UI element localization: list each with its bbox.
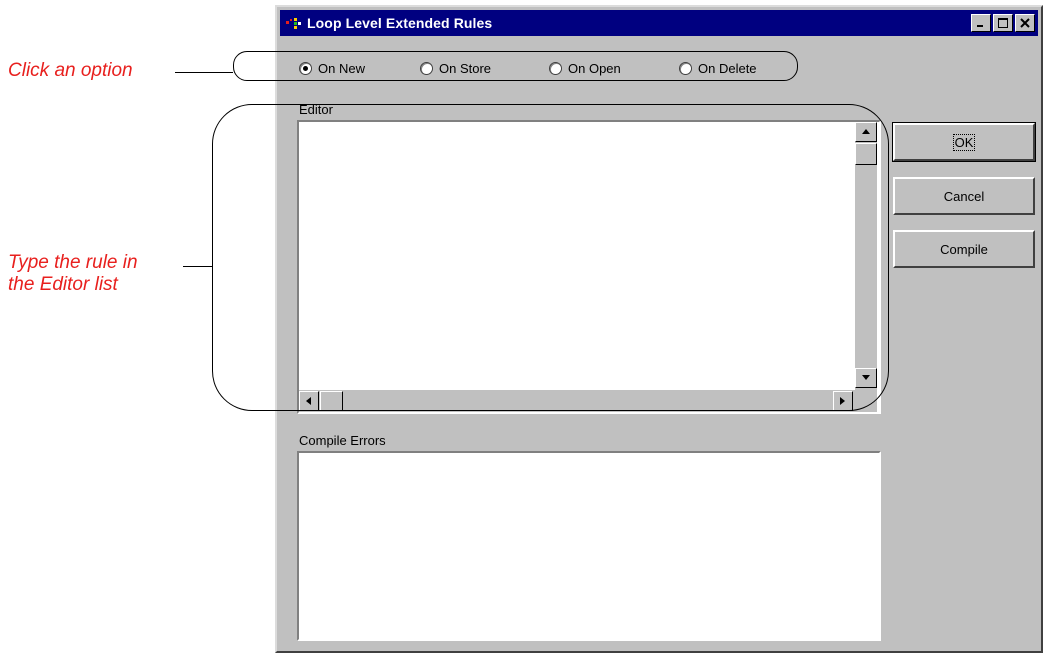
editor-bracket — [212, 104, 889, 411]
window-title: Loop Level Extended Rules — [307, 15, 493, 31]
compile-button-label: Compile — [940, 241, 988, 257]
minimize-icon — [977, 25, 983, 27]
compile-button[interactable]: Compile — [893, 230, 1035, 268]
title-bar: Loop Level Extended Rules — [280, 10, 1038, 36]
annotation-click-option: Click an option — [8, 60, 133, 81]
maximize-icon — [998, 18, 1008, 28]
ok-button-label: OK — [952, 133, 976, 151]
cancel-button-label: Cancel — [943, 188, 985, 204]
ok-button[interactable]: OK — [892, 122, 1036, 162]
options-bracket — [233, 51, 798, 81]
callout-line-editor — [183, 266, 213, 267]
close-icon — [1020, 18, 1030, 28]
minimize-button[interactable] — [971, 14, 991, 32]
compile-errors-box[interactable] — [297, 451, 881, 641]
annotation-type-rule-line2: the Editor list — [8, 274, 118, 295]
maximize-button[interactable] — [993, 14, 1013, 32]
cancel-button[interactable]: Cancel — [893, 177, 1035, 215]
annotation-type-rule: Type the rule in the Editor list — [8, 252, 138, 296]
compile-errors-label: Compile Errors — [299, 433, 386, 448]
callout-line-options — [175, 72, 233, 73]
close-button[interactable] — [1015, 14, 1035, 32]
annotation-type-rule-line1: Type the rule in — [8, 252, 138, 273]
app-icon — [285, 16, 303, 30]
title-bar-controls — [971, 14, 1035, 32]
